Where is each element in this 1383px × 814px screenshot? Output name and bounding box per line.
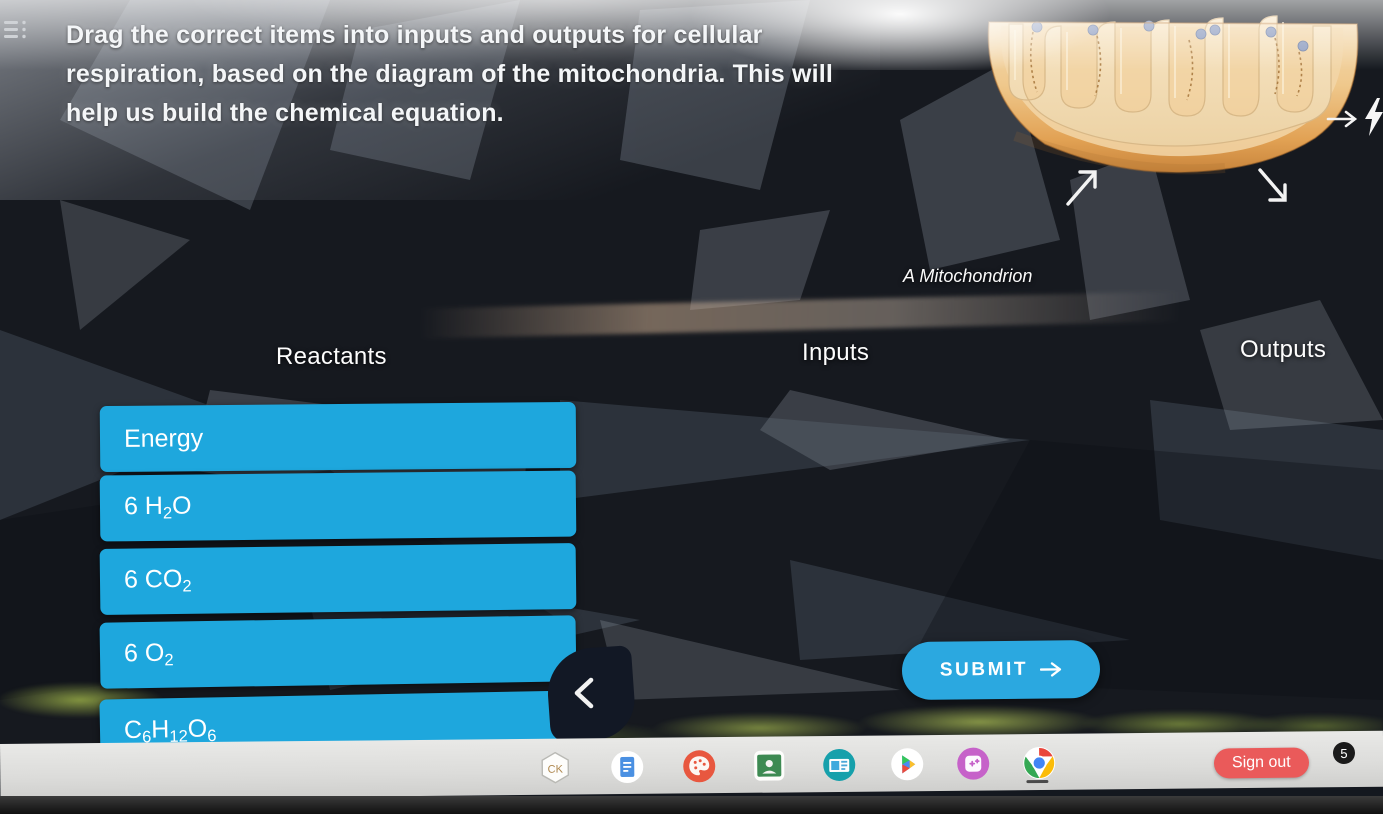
ck-hexagon-icon[interactable]: CK xyxy=(538,751,572,785)
photographed-chromebook-screen: Drag the correct items into inputs and o… xyxy=(0,0,1383,814)
column-header-outputs: Outputs xyxy=(1240,336,1327,363)
chip-label: Energy xyxy=(123,423,204,453)
column-header-inputs: Inputs xyxy=(802,339,870,366)
draggable-chip-carbon-dioxide[interactable]: 6 CO2 xyxy=(99,543,577,615)
sign-out-button[interactable]: Sign out xyxy=(1213,747,1309,779)
news-slides-icon[interactable] xyxy=(822,748,856,782)
chip-label: 6 H2O xyxy=(123,491,192,523)
chevron-left-icon[interactable] xyxy=(570,676,600,710)
notification-badge[interactable]: 5 xyxy=(1332,741,1356,765)
arrow-down-right-icon xyxy=(1258,168,1287,202)
arrow-up-right-icon xyxy=(1066,170,1097,206)
chromebook-shelf: CK xyxy=(0,730,1383,800)
draggable-chip-oxygen[interactable]: 6 O2 xyxy=(99,615,577,689)
hamburger-menu-icon[interactable] xyxy=(4,18,30,44)
google-chrome-icon[interactable] xyxy=(1022,746,1056,780)
submit-label: SUBMIT xyxy=(939,658,1029,681)
draggable-chip-water[interactable]: 6 H2O xyxy=(99,470,577,542)
google-docs-icon[interactable] xyxy=(610,750,644,784)
arrow-right-icon xyxy=(1040,662,1062,677)
google-classroom-icon[interactable] xyxy=(752,748,786,782)
chrome-active-indicator xyxy=(1026,779,1049,784)
svg-text:CK: CK xyxy=(548,764,564,776)
mitochondrion-illustration xyxy=(975,0,1383,176)
purple-sparkle-app-icon[interactable] xyxy=(956,746,990,780)
arrow-right-icon xyxy=(1326,110,1358,128)
submit-button[interactable]: SUBMIT xyxy=(901,639,1101,701)
question-prompt: Drag the correct items into inputs and o… xyxy=(66,21,834,127)
chip-label: 6 O2 xyxy=(123,638,174,670)
lightning-bolt-icon xyxy=(1365,98,1383,136)
column-header-reactants: Reactants xyxy=(276,343,387,370)
art-palette-icon[interactable] xyxy=(682,749,716,783)
google-play-icon[interactable] xyxy=(890,747,924,781)
diagram-caption: A Mitochondrion xyxy=(903,266,1033,286)
draggable-chip-energy[interactable]: Energy xyxy=(99,401,577,473)
chip-label: 6 CO2 xyxy=(123,565,192,596)
laptop-bezel xyxy=(0,796,1383,814)
